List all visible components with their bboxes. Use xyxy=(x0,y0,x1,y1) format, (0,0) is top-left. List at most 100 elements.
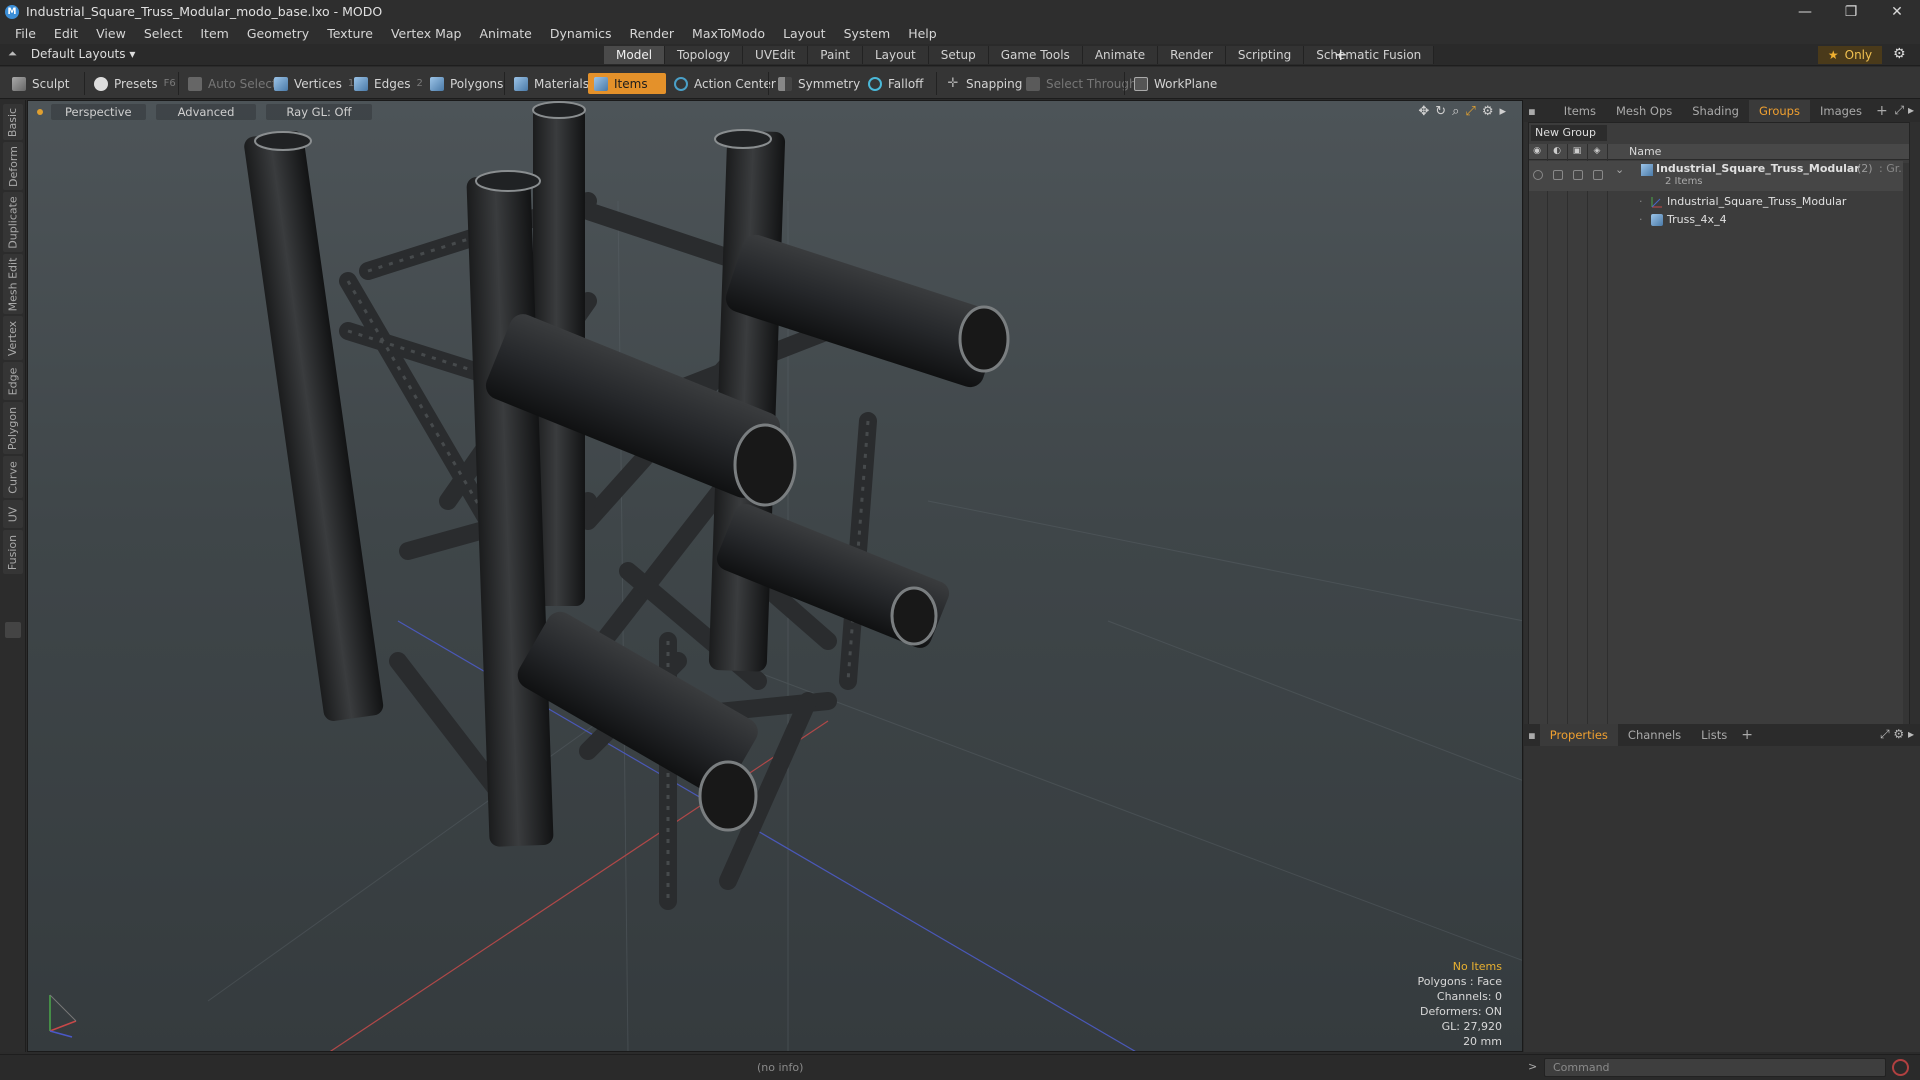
command-history-button[interactable] xyxy=(1892,1059,1909,1076)
tab-images[interactable]: Images xyxy=(1810,100,1872,122)
properties-tabs: ▪ Properties Channels Lists + ⤢ ⚙ ▸ xyxy=(1524,724,1920,746)
menu-view[interactable]: View xyxy=(87,26,135,41)
command-input[interactable]: Command xyxy=(1544,1058,1886,1077)
shading-mode-dropdown[interactable]: Advanced xyxy=(155,104,257,120)
add-tab-icon[interactable]: + xyxy=(1741,727,1753,743)
materials-button[interactable]: Materials xyxy=(508,73,595,94)
panel-expand-icon[interactable]: ⤢ ⚙ ▸ xyxy=(1880,727,1914,742)
tab-deform[interactable]: Deform xyxy=(3,142,23,190)
polygons-button[interactable]: Polygons xyxy=(424,73,509,94)
tab-lists[interactable]: Lists xyxy=(1691,724,1737,746)
snapping-button[interactable]: ✛ Snapping xyxy=(940,73,1028,94)
menu-system[interactable]: System xyxy=(835,26,900,41)
tab-topology[interactable]: Topology xyxy=(665,46,744,64)
vertices-button[interactable]: Vertices 1 xyxy=(268,73,360,94)
menu-edit[interactable]: Edit xyxy=(45,26,87,41)
lock-icon[interactable]: ▣ xyxy=(1571,146,1583,158)
menu-animate[interactable]: Animate xyxy=(471,26,541,41)
menu-file[interactable]: File xyxy=(6,26,45,41)
maximize-button[interactable]: ❐ xyxy=(1828,0,1874,23)
menu-item[interactable]: Item xyxy=(191,26,237,41)
menu-geometry[interactable]: Geometry xyxy=(238,26,318,41)
workplane-button[interactable]: WorkPlane xyxy=(1128,73,1223,94)
group-row[interactable]: ⌄ Industrial_Square_Truss_Modular (2) : … xyxy=(1529,161,1909,191)
gear-icon[interactable]: ⚙ xyxy=(1893,46,1906,62)
tab-paint[interactable]: Paint xyxy=(808,46,863,64)
edges-button[interactable]: Edges 2 xyxy=(348,73,429,94)
symmetry-button[interactable]: Symmetry xyxy=(772,73,866,94)
items-button[interactable]: Items xyxy=(588,73,666,94)
menu-select[interactable]: Select xyxy=(135,26,192,41)
layout-selector[interactable]: ⏶ Default Layouts ▾ xyxy=(8,47,135,61)
window-title: Industrial_Square_Truss_Modular_modo_bas… xyxy=(26,4,383,19)
tab-edge[interactable]: Edge xyxy=(3,362,23,400)
tab-uv[interactable]: UV xyxy=(3,500,23,528)
tab-properties[interactable]: Properties xyxy=(1539,724,1618,746)
group-name: Industrial_Square_Truss_Modular xyxy=(1656,162,1860,175)
menu-texture[interactable]: Texture xyxy=(318,26,382,41)
group-render-toggle[interactable] xyxy=(1553,170,1563,180)
tab-schematic-fusion[interactable]: Schematic Fusion xyxy=(1304,46,1435,64)
expand-toolbox-button[interactable] xyxy=(5,622,21,638)
menu-dynamics[interactable]: Dynamics xyxy=(541,26,621,41)
mesh-icon xyxy=(1651,214,1663,226)
tab-curve[interactable]: Curve xyxy=(3,456,23,498)
group-visibility-toggle[interactable] xyxy=(1533,170,1543,180)
action-center-button[interactable]: Action Center xyxy=(668,73,782,94)
viewport-menu-dot[interactable] xyxy=(37,109,43,115)
panel-expand-icon[interactable]: ⤢ ▸ xyxy=(1895,103,1914,118)
tab-polygon[interactable]: Polygon xyxy=(3,402,23,454)
menu-vertex-map[interactable]: Vertex Map xyxy=(382,26,471,41)
outliner-menu-icon[interactable]: ▪ xyxy=(1524,100,1540,122)
close-button[interactable]: ✕ xyxy=(1874,0,1920,23)
render-icon[interactable]: ◐ xyxy=(1551,146,1563,158)
group-select-toggle[interactable] xyxy=(1593,170,1603,180)
list-item[interactable]: · Industrial_Square_Truss_Modular xyxy=(1529,193,1903,211)
tab-groups[interactable]: Groups xyxy=(1748,100,1810,122)
tab-items[interactable]: Items xyxy=(1554,100,1606,122)
tab-model[interactable]: Model xyxy=(604,46,666,64)
zoom-icon[interactable]: ⌕ xyxy=(1452,104,1459,119)
sculpt-button[interactable]: Sculpt xyxy=(6,73,75,94)
tab-animate[interactable]: Animate xyxy=(1082,46,1159,64)
eye-icon[interactable]: ◉ xyxy=(1531,146,1543,158)
tab-fusion[interactable]: Fusion xyxy=(3,530,23,574)
rotate-icon[interactable]: ↻ xyxy=(1435,104,1446,119)
tab-scripting[interactable]: Scripting xyxy=(1225,46,1305,64)
minimize-button[interactable]: — xyxy=(1782,0,1828,23)
viewport-settings-icon[interactable]: ⚙ xyxy=(1482,104,1494,119)
tab-render[interactable]: Render xyxy=(1158,46,1226,64)
tab-basic[interactable]: Basic xyxy=(3,104,23,140)
menu-help[interactable]: Help xyxy=(899,26,946,41)
raygl-toggle[interactable]: Ray GL: Off xyxy=(266,104,372,120)
menu-render[interactable]: Render xyxy=(621,26,684,41)
tab-setup[interactable]: Setup xyxy=(928,46,989,64)
tab-channels[interactable]: Channels xyxy=(1618,724,1691,746)
tab-shading[interactable]: Shading xyxy=(1682,100,1749,122)
tab-vertex[interactable]: Vertex xyxy=(3,316,23,360)
viewport-expand-icon[interactable]: ▸ xyxy=(1499,104,1506,119)
3d-viewport[interactable]: Perspective Advanced Ray GL: Off ✥ ↻ ⌕ ⤢… xyxy=(27,100,1523,1052)
add-tab-icon[interactable]: + xyxy=(1876,103,1888,119)
view-mode-dropdown[interactable]: Perspective xyxy=(51,104,146,120)
only-toggle-button[interactable]: ★ Only xyxy=(1818,46,1882,64)
group-lock-toggle[interactable] xyxy=(1573,170,1583,180)
menu-maxtomodo[interactable]: MaxToModo xyxy=(683,26,774,41)
fit-view-icon[interactable]: ⤢ xyxy=(1465,104,1475,119)
presets-button[interactable]: Presets F6 xyxy=(88,73,182,94)
tab-game-tools[interactable]: Game Tools xyxy=(988,46,1083,64)
tab-layout[interactable]: Layout xyxy=(862,46,929,64)
expand-arrow-icon[interactable]: ⌄ xyxy=(1615,163,1624,176)
select-icon[interactable]: ◈ xyxy=(1591,146,1603,158)
tab-duplicate[interactable]: Duplicate xyxy=(3,192,23,252)
tab-uvedit[interactable]: UVEdit xyxy=(743,46,809,64)
new-group-button[interactable]: New Group xyxy=(1531,125,1607,141)
add-layout-tab-button[interactable]: + xyxy=(1334,45,1347,64)
tab-mesh-edit[interactable]: Mesh Edit xyxy=(3,254,23,314)
falloff-button[interactable]: Falloff xyxy=(862,73,929,94)
pan-icon[interactable]: ✥ xyxy=(1418,104,1429,119)
properties-menu-icon[interactable]: ▪ xyxy=(1524,724,1540,746)
menu-layout[interactable]: Layout xyxy=(774,26,835,41)
list-item[interactable]: · Truss_4x_4 xyxy=(1529,211,1903,229)
tab-mesh-ops[interactable]: Mesh Ops xyxy=(1606,100,1682,122)
